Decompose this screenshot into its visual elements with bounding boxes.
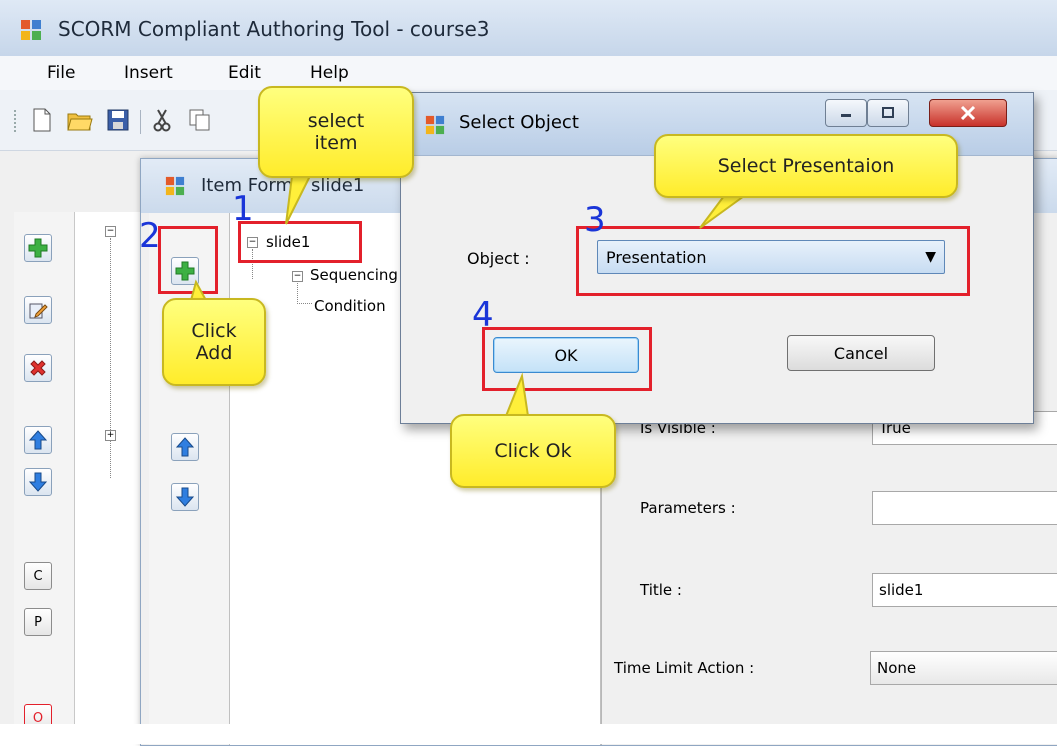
menu-help[interactable]: Help [310,63,349,83]
step-number-1: 1 [232,189,254,229]
menubar: File Insert Edit Help [0,56,1057,90]
step-number-3: 3 [584,200,606,240]
menu-edit[interactable]: Edit [228,63,261,83]
toolbar-separator [140,110,141,134]
app-icon [21,20,41,40]
callout-click-ok: Click Ok [450,414,616,488]
dialog-icon [425,115,445,135]
main-titlebar: SCORM Compliant Authoring Tool - course3 [0,0,1057,57]
properties-pane: Is Visible : True Parameters : Title : s… [601,411,1057,745]
step-number-2: 2 [139,216,161,256]
title-label: Title : [640,581,682,599]
copy-icon[interactable] [186,106,214,134]
close-icon[interactable] [929,99,1007,127]
callout-select-presentation: Select Presentaion [654,134,958,198]
collapse-icon[interactable]: − [105,226,116,237]
toolbar-grip [14,110,18,132]
parameters-label: Parameters : [640,499,736,517]
time-limit-label: Time Limit Action : [614,659,755,677]
tree-connector [110,238,112,478]
p-button[interactable]: P [24,608,52,636]
menu-file[interactable]: File [47,63,75,83]
time-limit-select[interactable]: None [870,651,1057,685]
parameters-input[interactable] [872,491,1057,525]
object-label: Object : [467,249,530,268]
item-move-down-icon[interactable] [171,483,199,511]
c-button[interactable]: C [24,562,52,590]
title-input[interactable]: slide1 [872,573,1057,607]
highlight-ok-button [482,327,652,391]
cut-icon[interactable] [148,106,176,134]
new-file-icon[interactable] [28,106,56,134]
tree-node-sequencing[interactable]: Sequencing [310,266,398,284]
save-icon[interactable] [104,106,132,134]
torn-edge-decoration [0,724,1057,744]
maximize-icon[interactable] [867,99,909,127]
sequencing-collapse-icon[interactable]: − [292,271,303,282]
highlight-slide1 [238,221,362,263]
tree-node-condition[interactable]: Condition [314,297,386,315]
menu-insert[interactable]: Insert [124,63,173,83]
add-icon[interactable] [24,234,52,262]
item-form-title: Item Form - slide1 [201,175,365,196]
edit-icon[interactable] [24,296,52,324]
tree-connector [297,283,312,304]
highlight-object-dropdown [576,226,970,296]
move-up-icon[interactable] [24,426,52,454]
minimize-icon[interactable] [825,99,867,127]
highlight-add-button [158,226,218,294]
open-folder-icon[interactable] [66,106,94,134]
cancel-button[interactable]: Cancel [787,335,935,371]
main-left-rail: C P O [14,212,75,744]
move-down-icon[interactable] [24,468,52,496]
main-tree-panel: − + [75,212,146,744]
expand-icon[interactable]: + [105,430,116,441]
callout-click-add: Click Add [162,298,266,386]
dialog-title: Select Object [459,112,579,133]
app-title: SCORM Compliant Authoring Tool - course3 [58,17,490,41]
callout-select-item: select item [258,86,414,178]
step-number-4: 4 [472,295,494,335]
delete-icon[interactable] [24,354,52,382]
item-move-up-icon[interactable] [171,433,199,461]
item-form-icon [165,176,185,196]
